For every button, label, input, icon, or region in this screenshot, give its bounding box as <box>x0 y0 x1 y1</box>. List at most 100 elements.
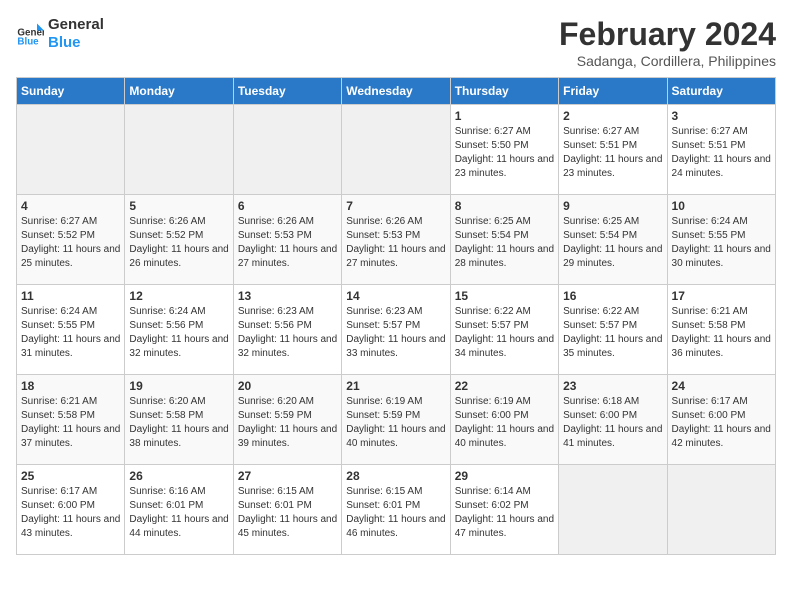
day-info: Sunrise: 6:16 AM Sunset: 6:01 PM Dayligh… <box>129 485 228 541</box>
title-area: February 2024 Sadanga, Cordillera, Phili… <box>559 16 776 69</box>
day-info: Sunrise: 6:24 AM Sunset: 5:56 PM Dayligh… <box>129 305 228 361</box>
calendar-week-2: 11Sunrise: 6:24 AM Sunset: 5:55 PM Dayli… <box>17 285 776 375</box>
day-info: Sunrise: 6:25 AM Sunset: 5:54 PM Dayligh… <box>455 215 554 271</box>
day-number: 14 <box>346 289 445 303</box>
day-number: 20 <box>238 379 337 393</box>
day-number: 4 <box>21 199 120 213</box>
day-number: 29 <box>455 469 554 483</box>
calendar-cell: 12 Sunrise: 6:24 AM Sunset: 5:56 PM Dayli… <box>125 285 233 375</box>
day-number: 17 <box>672 289 771 303</box>
calendar-cell: 4 Sunrise: 6:27 AM Sunset: 5:52 PM Daylig… <box>17 195 125 285</box>
day-info: Sunrise: 6:22 AM Sunset: 5:57 PM Dayligh… <box>563 305 662 361</box>
calendar-cell <box>559 465 667 555</box>
day-info: Sunrise: 6:26 AM Sunset: 5:52 PM Dayligh… <box>129 215 228 271</box>
day-number: 7 <box>346 199 445 213</box>
calendar-cell: 21 Sunrise: 6:19 AM Sunset: 5:59 PM Dayli… <box>342 375 450 465</box>
calendar-cell: 2 Sunrise: 6:27 AM Sunset: 5:51 PM Daylig… <box>559 105 667 195</box>
calendar-cell <box>342 105 450 195</box>
subtitle: Sadanga, Cordillera, Philippines <box>559 53 776 69</box>
day-number: 16 <box>563 289 662 303</box>
calendar-cell: 13 Sunrise: 6:23 AM Sunset: 5:56 PM Dayli… <box>233 285 341 375</box>
day-header-thursday: Thursday <box>450 78 558 105</box>
day-info: Sunrise: 6:27 AM Sunset: 5:51 PM Dayligh… <box>672 125 771 181</box>
calendar-week-3: 18 Sunrise: 6:21 AM Sunset: 5:58 PM Dayli… <box>17 375 776 465</box>
calendar-cell: 29 Sunrise: 6:14 AM Sunset: 6:02 PM Dayli… <box>450 465 558 555</box>
day-info: Sunrise: 6:23 AM Sunset: 5:57 PM Dayligh… <box>346 305 445 361</box>
day-number: 2 <box>563 109 662 123</box>
calendar-cell: 22 Sunrise: 6:19 AM Sunset: 6:00 PM Dayli… <box>450 375 558 465</box>
calendar-cell: 8 Sunrise: 6:25 AM Sunset: 5:54 PM Daylig… <box>450 195 558 285</box>
calendar-cell: 11Sunrise: 6:24 AM Sunset: 5:55 PM Dayli… <box>17 285 125 375</box>
day-info: Sunrise: 6:23 AM Sunset: 5:56 PM Dayligh… <box>238 305 337 361</box>
day-info: Sunrise: 6:26 AM Sunset: 5:53 PM Dayligh… <box>346 215 445 271</box>
day-info: Sunrise: 6:27 AM Sunset: 5:51 PM Dayligh… <box>563 125 662 181</box>
logo-line2: Blue <box>48 34 104 52</box>
day-info: Sunrise: 6:17 AM Sunset: 6:00 PM Dayligh… <box>21 485 120 541</box>
day-number: 24 <box>672 379 771 393</box>
calendar-cell: 16 Sunrise: 6:22 AM Sunset: 5:57 PM Dayli… <box>559 285 667 375</box>
day-header-saturday: Saturday <box>667 78 775 105</box>
day-header-monday: Monday <box>125 78 233 105</box>
calendar-cell: 19 Sunrise: 6:20 AM Sunset: 5:58 PM Dayli… <box>125 375 233 465</box>
day-number: 11 <box>21 289 120 303</box>
calendar-cell: 23 Sunrise: 6:18 AM Sunset: 6:00 PM Dayli… <box>559 375 667 465</box>
calendar-body: 1 Sunrise: 6:27 AM Sunset: 5:50 PM Daylig… <box>17 105 776 555</box>
calendar-cell: 5 Sunrise: 6:26 AM Sunset: 5:52 PM Daylig… <box>125 195 233 285</box>
day-number: 6 <box>238 199 337 213</box>
day-number: 5 <box>129 199 228 213</box>
day-info: Sunrise: 6:21 AM Sunset: 5:58 PM Dayligh… <box>21 395 120 451</box>
calendar-cell: 14 Sunrise: 6:23 AM Sunset: 5:57 PM Dayli… <box>342 285 450 375</box>
day-number: 23 <box>563 379 662 393</box>
calendar-cell: 20 Sunrise: 6:20 AM Sunset: 5:59 PM Dayli… <box>233 375 341 465</box>
day-info: Sunrise: 6:20 AM Sunset: 5:58 PM Dayligh… <box>129 395 228 451</box>
day-info: Sunrise: 6:22 AM Sunset: 5:57 PM Dayligh… <box>455 305 554 361</box>
svg-text:Blue: Blue <box>17 37 39 48</box>
day-number: 21 <box>346 379 445 393</box>
day-info: Sunrise: 6:24 AM Sunset: 5:55 PM Dayligh… <box>672 215 771 271</box>
day-info: Sunrise: 6:27 AM Sunset: 5:52 PM Dayligh… <box>21 215 120 271</box>
calendar-cell: 9 Sunrise: 6:25 AM Sunset: 5:54 PM Daylig… <box>559 195 667 285</box>
day-header-tuesday: Tuesday <box>233 78 341 105</box>
calendar-cell: 18 Sunrise: 6:21 AM Sunset: 5:58 PM Dayli… <box>17 375 125 465</box>
day-number: 22 <box>455 379 554 393</box>
day-header-sunday: Sunday <box>17 78 125 105</box>
day-number: 25 <box>21 469 120 483</box>
calendar-cell: 24 Sunrise: 6:17 AM Sunset: 6:00 PM Dayli… <box>667 375 775 465</box>
calendar-cell: 3Sunrise: 6:27 AM Sunset: 5:51 PM Daylig… <box>667 105 775 195</box>
calendar-cell: 15 Sunrise: 6:22 AM Sunset: 5:57 PM Dayli… <box>450 285 558 375</box>
day-number: 8 <box>455 199 554 213</box>
day-number: 26 <box>129 469 228 483</box>
calendar-cell: 25 Sunrise: 6:17 AM Sunset: 6:00 PM Dayli… <box>17 465 125 555</box>
day-number: 19 <box>129 379 228 393</box>
calendar-cell: 6Sunrise: 6:26 AM Sunset: 5:53 PM Daylig… <box>233 195 341 285</box>
day-info: Sunrise: 6:19 AM Sunset: 6:00 PM Dayligh… <box>455 395 554 451</box>
day-info: Sunrise: 6:18 AM Sunset: 6:00 PM Dayligh… <box>563 395 662 451</box>
day-info: Sunrise: 6:21 AM Sunset: 5:58 PM Dayligh… <box>672 305 771 361</box>
day-info: Sunrise: 6:14 AM Sunset: 6:02 PM Dayligh… <box>455 485 554 541</box>
day-info: Sunrise: 6:15 AM Sunset: 6:01 PM Dayligh… <box>238 485 337 541</box>
calendar-cell: 28Sunrise: 6:15 AM Sunset: 6:01 PM Dayli… <box>342 465 450 555</box>
day-number: 12 <box>129 289 228 303</box>
day-info: Sunrise: 6:19 AM Sunset: 5:59 PM Dayligh… <box>346 395 445 451</box>
calendar-cell: 17 Sunrise: 6:21 AM Sunset: 5:58 PM Dayli… <box>667 285 775 375</box>
day-info: Sunrise: 6:20 AM Sunset: 5:59 PM Dayligh… <box>238 395 337 451</box>
logo: General Blue General Blue <box>16 16 104 52</box>
day-info: Sunrise: 6:17 AM Sunset: 6:00 PM Dayligh… <box>672 395 771 451</box>
day-number: 1 <box>455 109 554 123</box>
calendar-cell <box>17 105 125 195</box>
calendar-cell <box>125 105 233 195</box>
day-info: Sunrise: 6:25 AM Sunset: 5:54 PM Dayligh… <box>563 215 662 271</box>
calendar-table: SundayMondayTuesdayWednesdayThursdayFrid… <box>16 77 776 555</box>
day-number: 10 <box>672 199 771 213</box>
calendar-week-1: 4 Sunrise: 6:27 AM Sunset: 5:52 PM Daylig… <box>17 195 776 285</box>
day-number: 9 <box>563 199 662 213</box>
day-header-friday: Friday <box>559 78 667 105</box>
calendar-cell: 7 Sunrise: 6:26 AM Sunset: 5:53 PM Daylig… <box>342 195 450 285</box>
day-info: Sunrise: 6:27 AM Sunset: 5:50 PM Dayligh… <box>455 125 554 181</box>
calendar-cell: 27Sunrise: 6:15 AM Sunset: 6:01 PM Dayli… <box>233 465 341 555</box>
day-number: 18 <box>21 379 120 393</box>
day-number: 13 <box>238 289 337 303</box>
calendar-week-4: 25 Sunrise: 6:17 AM Sunset: 6:00 PM Dayli… <box>17 465 776 555</box>
day-number: 15 <box>455 289 554 303</box>
calendar-cell <box>667 465 775 555</box>
